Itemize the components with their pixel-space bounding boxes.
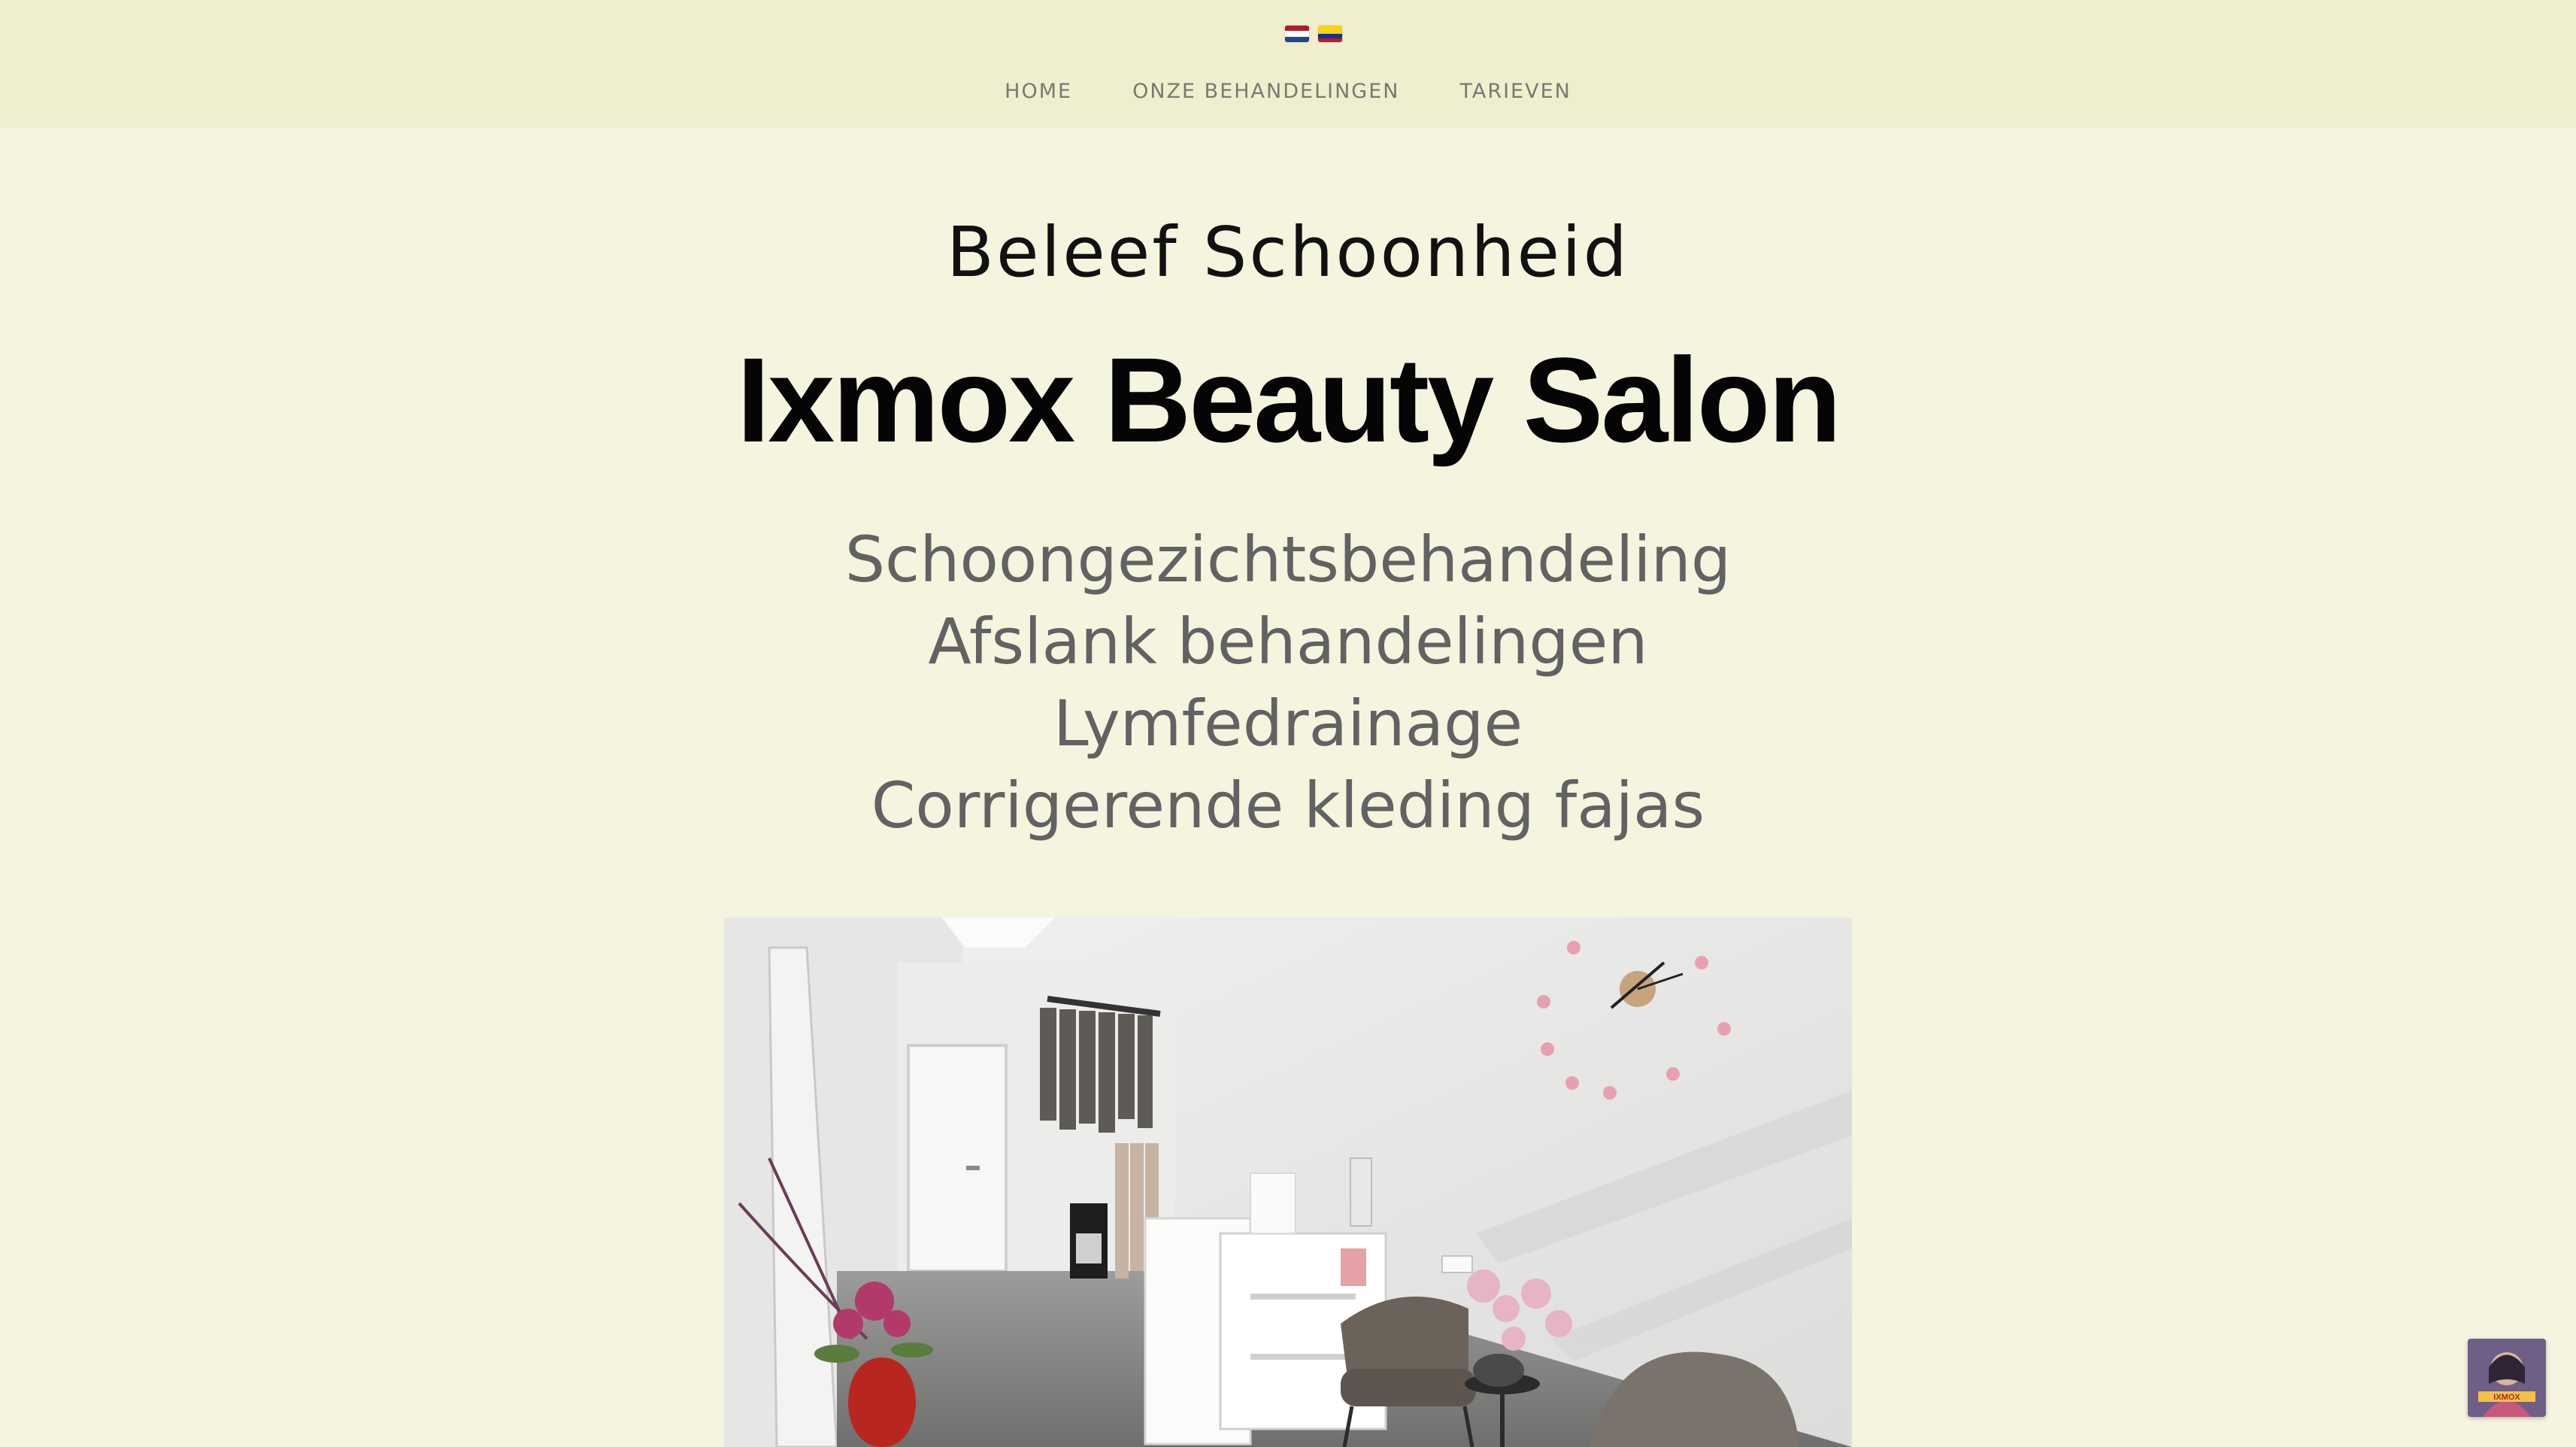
page-title: Ixmox Beauty Salon [736,332,1841,467]
service-item: Lymfedrainage [1053,687,1523,760]
chat-widget-avatar[interactable]: IXMOX [2468,1339,2546,1417]
nav-home[interactable]: HOME [1005,80,1072,103]
language-switcher [1285,26,1342,42]
nav-onze-behandelingen[interactable]: ONZE BEHANDELINGEN [1132,80,1399,103]
netherlands-flag-icon[interactable] [1285,26,1309,42]
hero-tagline: Beleef Schoonheid [946,212,1630,293]
salon-interior-photo [724,918,1852,1447]
service-item: Schoongezichtsbehandeling [844,523,1732,596]
ixmox-logo-icon: IXMOX [2468,1339,2546,1417]
service-item: Afslank behandelingen [928,605,1648,678]
main-nav: HOME ONZE BEHANDELINGEN TARIEVEN [0,80,2576,103]
salon-interior-illustration [724,918,1852,1447]
site-header: HOME ONZE BEHANDELINGEN TARIEVEN [0,0,2576,125]
services-list: Schoongezichtsbehandeling Afslank behand… [0,519,2576,847]
nav-tarieven[interactable]: TARIEVEN [1459,80,1571,103]
service-item: Corrigerende kleding fajas [871,769,1705,842]
colombia-flag-icon[interactable] [1318,26,1342,42]
svg-text:IXMOX: IXMOX [2493,1393,2520,1402]
